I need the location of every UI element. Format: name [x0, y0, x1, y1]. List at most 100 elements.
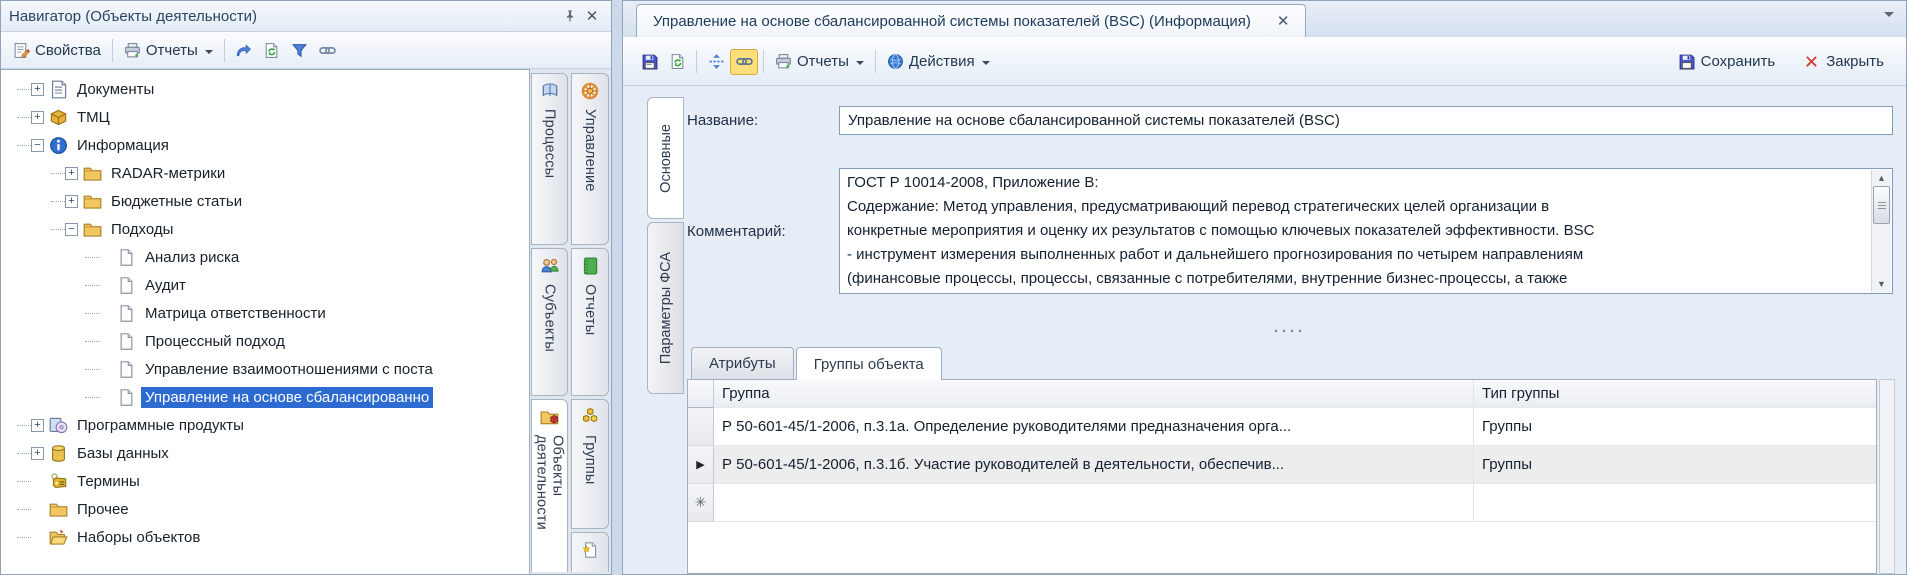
properties-button[interactable]: Свойства [7, 38, 107, 63]
tree-expander[interactable]: + [31, 111, 44, 124]
nav-side-tab[interactable]: Управление [571, 73, 609, 245]
comment-scrollbar[interactable]: ▲ ▼ [1871, 170, 1891, 292]
tree-item[interactable]: + Бюджетные статьи [1, 187, 529, 215]
tree-item-icon [49, 500, 68, 519]
reports-button[interactable]: Отчеты [769, 49, 870, 74]
save-button[interactable]: Сохранить [1672, 49, 1782, 74]
navigator-title: Навигатор (Объекты деятельности) [9, 8, 257, 25]
reports-label: Отчеты [146, 42, 198, 59]
editor-side-tab[interactable]: Параметры ФСА [647, 222, 684, 394]
grid-flex: Группа Тип группы Р 50-601-45/1-2006, п.… [687, 379, 1893, 574]
column-header-group-type[interactable]: Тип группы [1474, 380, 1876, 408]
tree-expander[interactable]: − [31, 139, 44, 152]
nav-side-tab[interactable]: Процессы [531, 73, 568, 245]
nav-side-tab[interactable]: Группы [571, 399, 609, 529]
table-header-row: Группа Тип группы [688, 380, 1876, 408]
bottom-tab[interactable]: Группы объекта [796, 347, 942, 380]
tree-connector [17, 89, 31, 90]
tree-item-label: ТМЦ [73, 107, 114, 128]
document-tab[interactable]: Управление на основе сбалансированной си… [636, 4, 1306, 37]
name-input[interactable] [839, 106, 1893, 135]
column-header-group[interactable]: Группа [714, 380, 1474, 408]
chevron-down-icon [205, 50, 213, 58]
table-row[interactable]: ▶ Р 50-601-45/1-2006, п.3.1б. Участие ру… [688, 446, 1876, 484]
tree-expander[interactable]: + [31, 447, 44, 460]
tree-item-icon [49, 472, 68, 491]
refresh-button[interactable] [663, 49, 691, 75]
comment-field[interactable]: ГОСТ Р 10014-2008, Приложение В: Содержа… [839, 168, 1893, 294]
cell-group[interactable]: Р 50-601-45/1-2006, п.3.1а. Определение … [714, 408, 1474, 446]
cell-group[interactable]: Р 50-601-45/1-2006, п.3.1б. Участие руко… [714, 446, 1474, 484]
nav-side-tab[interactable]: Отчеты [571, 248, 609, 396]
nav-side-tab-icon [540, 407, 560, 427]
close-red-x-icon [1803, 53, 1820, 70]
tree-item[interactable]: − Подходы [1, 215, 529, 243]
tree-connector [17, 453, 31, 454]
scrollbar-thumb[interactable] [1873, 186, 1890, 224]
nav-side-tab[interactable] [571, 532, 609, 572]
tree-item-label: Процессный подход [141, 331, 289, 352]
save-icon-button[interactable] [635, 49, 663, 75]
table-row[interactable]: Р 50-601-45/1-2006, п.3.1а. Определение … [688, 408, 1876, 446]
close-panel-icon[interactable]: ✕ [581, 5, 603, 27]
tab-list-dropdown-icon[interactable] [1884, 12, 1894, 22]
splitter-handle[interactable]: ···· [687, 328, 1893, 340]
tree-expander[interactable]: + [65, 195, 78, 208]
reports-button[interactable]: Отчеты [118, 38, 219, 63]
tree-item[interactable]: Наборы объектов [1, 523, 529, 551]
cell-group-type[interactable]: Группы [1474, 446, 1876, 484]
nav-side-tab[interactable]: Субъекты [531, 248, 568, 396]
close-button[interactable]: Закрыть [1797, 49, 1890, 74]
tree-item[interactable]: Матрица ответственности [1, 299, 529, 327]
actions-button[interactable]: Действия [881, 49, 996, 74]
tree-item[interactable]: Управление на основе сбалансированно [1, 383, 529, 411]
nav-side-tab[interactable]: Объекты деятельности [531, 399, 568, 572]
nav-side-tab-icon [580, 256, 600, 276]
editor-content: Основные Параметры ФСА Название: Коммент… [623, 86, 1906, 574]
tab-close-icon[interactable]: ✕ [1277, 12, 1290, 30]
tree-connector [51, 229, 65, 230]
tree-item[interactable]: Прочее [1, 495, 529, 523]
tree-item[interactable]: + Программные продукты [1, 411, 529, 439]
tree-item[interactable]: + ТМЦ [1, 103, 529, 131]
link-button[interactable] [730, 49, 758, 75]
tree-connector [17, 481, 31, 482]
tree-item[interactable]: Аудит [1, 271, 529, 299]
scroll-down-icon[interactable]: ▼ [1872, 276, 1891, 292]
row-marker: ▶ [696, 458, 704, 471]
toolbar-separator [696, 50, 697, 73]
bottom-tab[interactable]: Атрибуты [691, 347, 794, 379]
filter-button[interactable] [286, 37, 314, 63]
comment-row: Комментарий: ГОСТ Р 10014-2008, Приложен… [687, 168, 1893, 294]
tree-item[interactable]: Термины [1, 467, 529, 495]
tree-expander[interactable]: + [31, 419, 44, 432]
bottom-tab-label: Группы объекта [814, 356, 924, 373]
cell-group-type[interactable]: Группы [1474, 408, 1876, 446]
scroll-up-icon[interactable]: ▲ [1872, 170, 1891, 186]
tree-item[interactable]: + RADAR-метрики [1, 159, 529, 187]
tree-expander[interactable]: + [65, 167, 78, 180]
tree-item[interactable]: + Документы [1, 75, 529, 103]
cell-group[interactable] [714, 484, 1474, 522]
tree-item[interactable]: + Базы данных [1, 439, 529, 467]
tree-item[interactable]: Управление взаимоотношениями с поста [1, 355, 529, 383]
tree-item[interactable]: Анализ риска [1, 243, 529, 271]
groups-table[interactable]: Группа Тип группы Р 50-601-45/1-2006, п.… [687, 379, 1877, 574]
link-button[interactable] [314, 37, 342, 63]
table-scrollbar[interactable] [1879, 379, 1895, 574]
go-to-button[interactable] [230, 37, 258, 63]
refresh-button[interactable] [258, 37, 286, 63]
tree-item-label: Управление взаимоотношениями с поста [141, 359, 437, 380]
pin-icon[interactable] [559, 5, 581, 27]
tree-item[interactable]: Процессный подход [1, 327, 529, 355]
tree-expander[interactable]: − [65, 223, 78, 236]
cell-group-type[interactable] [1474, 484, 1876, 522]
expand-sections-button[interactable] [702, 49, 730, 75]
editor-side-tab[interactable]: Основные [647, 97, 684, 219]
navigator-tree[interactable]: + Документы + ТМЦ − Информация + RADAR-м… [1, 69, 530, 574]
tree-item[interactable]: − Информация [1, 131, 529, 159]
table-new-row[interactable]: ✳ [688, 484, 1876, 522]
tree-expander[interactable]: + [31, 83, 44, 96]
tree-item-icon [117, 332, 136, 351]
table-rows: Р 50-601-45/1-2006, п.3.1а. Определение … [688, 408, 1876, 522]
